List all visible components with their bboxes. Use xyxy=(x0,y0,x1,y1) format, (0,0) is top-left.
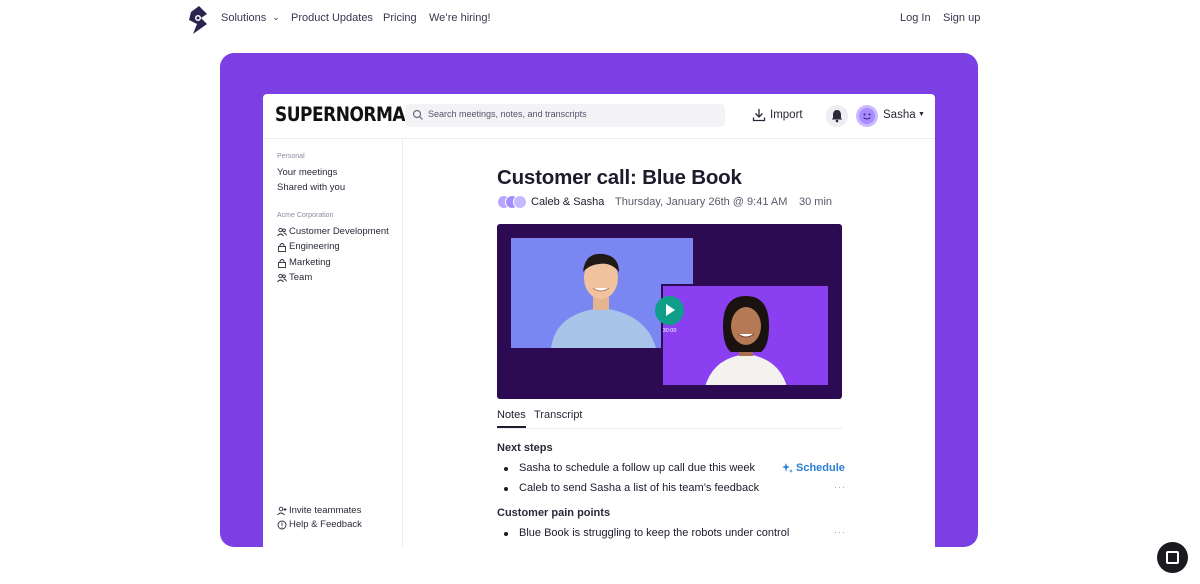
notifications-button[interactable] xyxy=(826,105,848,127)
help-icon xyxy=(277,520,287,530)
nav-solutions[interactable]: Solutions ⌄ xyxy=(221,12,280,24)
sidebar-section-personal: Personal xyxy=(277,153,305,160)
tab-notes[interactable]: Notes xyxy=(497,409,526,428)
bullet-icon xyxy=(504,532,508,536)
sidebar: Personal Your meetings Shared with you A… xyxy=(263,139,403,547)
chat-icon xyxy=(1166,551,1179,564)
bullet-icon xyxy=(504,467,508,471)
hero-panel: SUPERNORMAL Search meetings, notes, and … xyxy=(220,53,978,547)
sign-up-link[interactable]: Sign up xyxy=(943,12,980,24)
log-in-link[interactable]: Log In xyxy=(900,12,931,24)
video-duration: 30:00 xyxy=(662,328,677,334)
list-item-text: Blue Book is struggling to keep the robo… xyxy=(519,527,790,539)
top-navigation: Solutions ⌄ Product Updates Pricing We’re… xyxy=(0,0,1200,40)
meeting-duration: 30 min xyxy=(799,196,833,208)
user-avatar[interactable] xyxy=(856,105,878,127)
add-person-icon xyxy=(277,506,287,516)
schedule-label: Schedule xyxy=(796,462,845,474)
notes-section-heading: Next steps xyxy=(497,442,553,454)
sidebar-item-shared-with-you[interactable]: Shared with you xyxy=(277,182,345,193)
nav-product-updates[interactable]: Product Updates xyxy=(291,12,373,24)
more-options-icon[interactable]: ··· xyxy=(834,482,846,492)
sidebar-item-customer-development[interactable]: Customer Development xyxy=(277,226,389,237)
list-item[interactable]: Blue Book is struggling to keep the robo… xyxy=(504,527,789,539)
participant-names: Caleb & Sasha xyxy=(531,196,605,208)
sidebar-item-label: Customer Development xyxy=(289,226,389,237)
schedule-button[interactable]: Schedule xyxy=(782,462,845,474)
bell-icon xyxy=(831,110,843,123)
tab-bar: Notes Transcript xyxy=(497,409,842,429)
list-item-text: Caleb to send Sasha a list of his team’s… xyxy=(519,482,760,494)
sidebar-item-your-meetings[interactable]: Your meetings xyxy=(277,167,337,178)
chat-launcher-button[interactable] xyxy=(1157,542,1188,573)
chevron-down-icon[interactable]: ▼ xyxy=(918,111,925,118)
sidebar-item-team[interactable]: Team xyxy=(277,272,312,283)
meeting-detail: Customer call: Blue Book Caleb & Sasha T… xyxy=(404,139,935,547)
notes-section-heading: Customer pain points xyxy=(497,507,611,519)
search-icon xyxy=(412,109,423,120)
play-icon xyxy=(666,304,675,316)
list-item[interactable]: Sasha to schedule a follow up call due t… xyxy=(504,462,755,474)
more-options-icon[interactable]: ··· xyxy=(834,527,846,537)
sidebar-item-engineering[interactable]: Engineering xyxy=(277,241,340,252)
nav-pricing[interactable]: Pricing xyxy=(383,12,417,24)
search-placeholder: Search meetings, notes, and transcripts xyxy=(428,109,587,119)
play-button[interactable] xyxy=(655,296,684,325)
meeting-date: Thursday, January 26th @ 9:41 AM xyxy=(615,196,788,208)
sidebar-item-label: Team xyxy=(289,272,313,283)
nav-hiring[interactable]: We’re hiring! xyxy=(429,12,491,24)
invite-teammates-label: Invite teammates xyxy=(289,505,362,516)
sidebar-section-org: Acme Corporation xyxy=(277,212,334,219)
help-feedback-link[interactable]: Help & Feedback xyxy=(277,519,362,530)
meeting-title: Customer call: Blue Book xyxy=(497,166,742,189)
import-label: Import xyxy=(770,109,803,121)
people-icon xyxy=(277,273,287,283)
nav-solutions-label: Solutions xyxy=(221,12,267,24)
logo-icon[interactable] xyxy=(187,6,209,34)
user-name[interactable]: Sasha xyxy=(883,109,916,121)
participant-video-sasha xyxy=(661,284,828,385)
sidebar-item-marketing[interactable]: Marketing xyxy=(277,257,331,268)
bullet-icon xyxy=(504,487,508,491)
sidebar-item-label: Engineering xyxy=(289,241,340,252)
brand-logo: SUPERNORMAL xyxy=(275,103,416,127)
search-input[interactable]: Search meetings, notes, and transcripts xyxy=(405,104,725,127)
chevron-down-icon: ⌄ xyxy=(272,12,280,22)
avatar xyxy=(513,195,527,209)
download-icon xyxy=(752,109,766,122)
tab-transcript[interactable]: Transcript xyxy=(534,409,583,421)
sparkle-icon xyxy=(782,463,793,473)
list-item[interactable]: Caleb to send Sasha a list of his team’s… xyxy=(504,482,759,494)
list-item-text: Sasha to schedule a follow up call due t… xyxy=(519,462,756,474)
lock-icon xyxy=(278,259,286,268)
people-icon xyxy=(277,227,287,237)
app-header: SUPERNORMAL Search meetings, notes, and … xyxy=(263,94,935,139)
help-feedback-label: Help & Feedback xyxy=(289,519,362,530)
invite-teammates-link[interactable]: Invite teammates xyxy=(277,505,361,516)
avatar-face-icon xyxy=(859,108,875,124)
lock-icon xyxy=(278,243,286,252)
sidebar-item-label: Marketing xyxy=(289,257,331,268)
video-player[interactable]: 30:00 xyxy=(497,224,842,399)
app-preview-window: SUPERNORMAL Search meetings, notes, and … xyxy=(263,94,935,547)
